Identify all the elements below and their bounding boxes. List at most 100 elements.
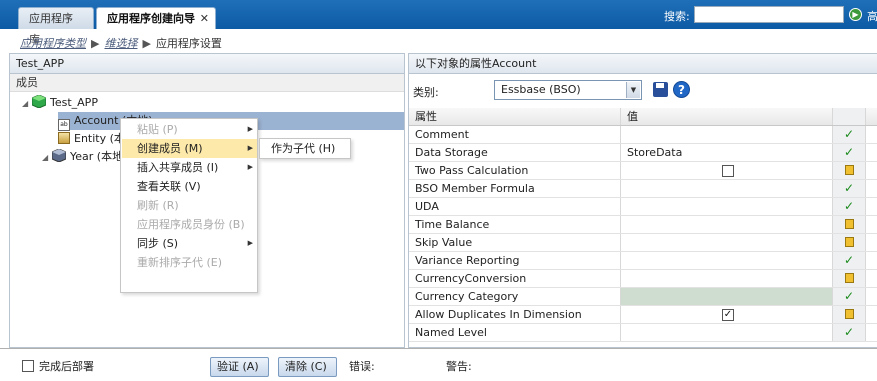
category-label: 类别: xyxy=(413,86,439,99)
property-row[interactable]: CurrencyConversion xyxy=(409,270,877,288)
checkbox-icon[interactable] xyxy=(22,360,34,372)
property-name: Variance Reporting xyxy=(409,252,621,269)
advanced-search-link[interactable]: 高 xyxy=(867,8,877,24)
deploy-label: 完成后部署 xyxy=(39,360,94,373)
menu-item-refresh[interactable]: 刷新 (R) xyxy=(122,196,257,215)
breadcrumb-app-settings: 应用程序设置 xyxy=(155,37,222,50)
warnings-label: 警告: xyxy=(446,360,472,373)
clear-button[interactable]: 清除 (C) xyxy=(278,357,337,377)
property-name: Comment xyxy=(409,126,621,143)
checkbox-icon[interactable] xyxy=(722,165,734,177)
status-check-icon: ✓ xyxy=(833,252,866,269)
properties-grid: 属性 值 Comment ✓ Data Storage StoreData ✓ Two P… xyxy=(409,108,877,342)
property-value[interactable] xyxy=(621,288,833,305)
menu-item-label: 查看关联 (V) xyxy=(137,180,201,193)
property-value[interactable] xyxy=(621,270,833,287)
menu-item-label: 插入共享成员 (I) xyxy=(137,161,219,174)
tab-application-library[interactable]: 应用程序库 xyxy=(18,7,94,46)
property-row[interactable]: Time Balance xyxy=(409,216,877,234)
property-value[interactable] xyxy=(621,180,833,197)
menu-item-label: 重新排序子代 (E) xyxy=(137,256,223,269)
property-value[interactable]: ✓ xyxy=(621,306,833,323)
property-value[interactable] xyxy=(621,198,833,215)
bottom-bar: 完成后部署 验证 (A) 清除 (C) 错误: 警告: xyxy=(0,348,877,381)
submenu-arrow-icon: ▶ xyxy=(247,144,253,152)
property-value[interactable] xyxy=(621,216,833,233)
property-value[interactable] xyxy=(621,234,833,251)
submenu-arrow-icon: ▶ xyxy=(247,163,253,171)
property-row[interactable]: Skip Value xyxy=(409,234,877,252)
property-row[interactable]: Currency Category ✓ xyxy=(409,288,877,306)
submenu-arrow-icon: ▶ xyxy=(247,239,253,247)
property-row[interactable]: BSO Member Formula ✓ xyxy=(409,180,877,198)
breadcrumb-dimension-select[interactable]: 维选择 xyxy=(104,37,137,50)
tab-application-wizard[interactable]: 应用程序创建向导 ✕ xyxy=(96,7,216,29)
property-value[interactable] xyxy=(621,162,833,179)
property-name: BSO Member Formula xyxy=(409,180,621,197)
property-row[interactable]: Comment ✓ xyxy=(409,126,877,144)
help-icon[interactable]: ? xyxy=(673,81,690,98)
property-name: Data Storage xyxy=(409,144,621,161)
property-value[interactable] xyxy=(621,252,833,269)
deploy-checkbox[interactable]: 完成后部署 xyxy=(22,358,94,374)
time-dimension-icon xyxy=(52,149,66,162)
property-value[interactable] xyxy=(621,126,833,143)
menu-item-app-membership[interactable]: 应用程序成员身份 (B) xyxy=(122,215,257,234)
submenu-as-child[interactable]: 作为子代 (H) xyxy=(259,138,351,159)
menu-item-synchronize[interactable]: 同步 (S) ▶ xyxy=(122,234,257,253)
tree-node-root[interactable]: ◢ Test_APP xyxy=(22,94,98,112)
menu-item-insert-shared-member[interactable]: 插入共享成员 (I) ▶ xyxy=(122,158,257,177)
property-name: Two Pass Calculation xyxy=(409,162,621,179)
property-row[interactable]: Variance Reporting ✓ xyxy=(409,252,877,270)
chevron-down-icon[interactable]: ▼ xyxy=(626,82,640,98)
property-value-text: StoreData xyxy=(627,146,683,159)
save-icon[interactable] xyxy=(653,82,668,97)
property-row[interactable]: Data Storage StoreData ✓ xyxy=(409,144,877,162)
search-input[interactable] xyxy=(694,6,844,23)
search-go-icon[interactable]: ▶ xyxy=(849,8,862,21)
property-row[interactable]: Allow Duplicates In Dimension ✓ xyxy=(409,306,877,324)
property-name: UDA xyxy=(409,198,621,215)
status-inherited-icon xyxy=(833,216,866,233)
property-value[interactable]: StoreData xyxy=(621,144,833,161)
menu-item-paste[interactable]: 粘贴 (P) ▶ xyxy=(122,120,257,139)
property-row[interactable]: Two Pass Calculation xyxy=(409,162,877,180)
category-select[interactable]: Essbase (BSO) ▼ xyxy=(494,80,642,100)
status-check-icon: ✓ xyxy=(833,198,866,215)
status-check-icon: ✓ xyxy=(833,324,866,341)
expand-triangle-icon[interactable]: ◢ xyxy=(42,149,52,167)
property-name: Named Level xyxy=(409,324,621,341)
category-value: Essbase (BSO) xyxy=(501,83,581,96)
property-row[interactable]: UDA ✓ xyxy=(409,198,877,216)
errors-label: 错误: xyxy=(349,360,375,373)
menu-item-label: 同步 (S) xyxy=(137,237,179,250)
tab-label: 应用程序创建向导 xyxy=(107,12,195,25)
property-row[interactable]: Named Level ✓ xyxy=(409,324,877,342)
status-check-icon: ✓ xyxy=(833,144,866,161)
submenu-item-label: 作为子代 (H) xyxy=(271,142,336,155)
column-header-status xyxy=(833,108,866,125)
breadcrumb-separator-icon: ▶ xyxy=(142,37,151,50)
property-value[interactable] xyxy=(621,324,833,341)
close-icon[interactable]: ✕ xyxy=(200,8,209,29)
menu-item-reorder-children[interactable]: 重新排序子代 (E) xyxy=(122,253,257,272)
tree-node-label: Test_APP xyxy=(50,96,98,109)
tree-node-label: Year (本地) xyxy=(70,150,128,163)
breadcrumb-separator-icon: ▶ xyxy=(91,37,100,50)
breadcrumb-app-type[interactable]: 应用程序类型 xyxy=(20,37,86,50)
property-name: Time Balance xyxy=(409,216,621,233)
menu-item-view-associations[interactable]: 查看关联 (V) xyxy=(122,177,257,196)
status-inherited-icon xyxy=(833,306,866,323)
expand-triangle-icon[interactable]: ◢ xyxy=(22,95,32,113)
property-name: Skip Value xyxy=(409,234,621,251)
grid-header: 属性 值 xyxy=(409,108,877,126)
column-header-value: 值 xyxy=(621,108,833,125)
context-menu: 粘贴 (P) ▶ 创建成员 (M) ▶ 插入共享成员 (I) ▶ 查看关联 (V) 刷… xyxy=(120,118,258,293)
tree-node-year[interactable]: ◢ Year (本地) xyxy=(42,148,127,166)
entity-dimension-icon xyxy=(58,132,70,144)
validate-button[interactable]: 验证 (A) xyxy=(210,357,269,377)
status-inherited-icon xyxy=(833,162,866,179)
top-bar: 应用程序库 应用程序创建向导 ✕ 搜索: ▶ 高 xyxy=(0,0,877,46)
checkbox-checked-icon[interactable]: ✓ xyxy=(722,309,734,321)
menu-item-create-member[interactable]: 创建成员 (M) ▶ xyxy=(122,139,257,158)
